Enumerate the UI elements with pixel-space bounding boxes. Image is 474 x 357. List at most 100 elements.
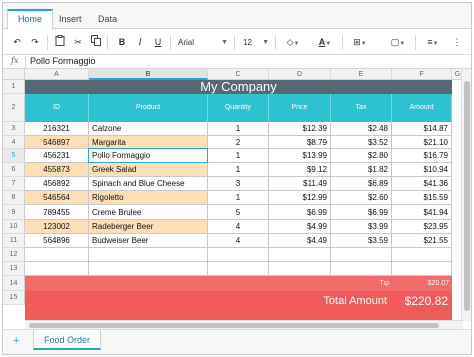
row-header[interactable]: 10	[3, 220, 25, 234]
empty-cell[interactable]	[331, 248, 392, 262]
row-header[interactable]: 12	[3, 248, 25, 262]
table-cell-qty[interactable]: 1	[208, 191, 269, 205]
empty-cell[interactable]	[89, 248, 208, 262]
empty-cell[interactable]	[392, 248, 452, 262]
table-cell-tax[interactable]: $2.80	[331, 149, 392, 163]
table-cell-tax[interactable]: $3.52	[331, 136, 392, 149]
table-cell-product[interactable]: Budweiser Beer	[89, 234, 208, 248]
table-cell-price[interactable]: $9.12	[269, 163, 331, 177]
table-cell-product[interactable]: Margarita	[89, 136, 208, 149]
table-cell-price[interactable]: $8.79	[269, 136, 331, 149]
column-header[interactable]: A	[25, 69, 89, 80]
table-cell-qty[interactable]: 5	[208, 205, 269, 220]
empty-cell[interactable]	[89, 262, 208, 276]
empty-cell[interactable]	[269, 248, 331, 262]
table-cell-tax[interactable]: $1.82	[331, 163, 392, 177]
table-cell-amount[interactable]: $23.95	[392, 220, 452, 234]
sheet-title[interactable]: My Company	[25, 80, 452, 94]
font-family-select[interactable]: Arial ▼	[176, 35, 228, 50]
row-header[interactable]: 5	[3, 149, 25, 163]
cut-icon[interactable]: ✂	[72, 35, 84, 50]
table-cell-amount[interactable]: $41.94	[392, 205, 452, 220]
table-cell-id[interactable]: 216321	[25, 122, 89, 136]
row-header[interactable]: 1	[3, 80, 25, 94]
table-cell-id[interactable]: 564896	[25, 234, 89, 248]
empty-cell[interactable]	[25, 248, 89, 262]
table-cell-qty[interactable]: 2	[208, 136, 269, 149]
table-cell-price[interactable]: $12.39	[269, 122, 331, 136]
table-header-cell[interactable]: Tax	[331, 94, 392, 122]
empty-cell[interactable]	[269, 262, 331, 276]
table-cell-id[interactable]: 546564	[25, 191, 89, 205]
table-header-cell[interactable]: Price	[269, 94, 331, 122]
table-cell-amount[interactable]: $41.36	[392, 177, 452, 191]
row-header[interactable]: 11	[3, 234, 25, 248]
paste-icon[interactable]	[54, 35, 66, 50]
table-cell-id[interactable]: 546897	[25, 136, 89, 149]
row-header[interactable]: 3	[3, 122, 25, 136]
redo-icon[interactable]: ↷	[29, 35, 41, 50]
table-cell-qty[interactable]: 1	[208, 163, 269, 177]
row-header[interactable]: 13	[3, 262, 25, 276]
select-all-corner[interactable]	[3, 69, 25, 80]
vertical-scrollbar[interactable]	[461, 69, 471, 321]
row-header[interactable]: 15	[3, 291, 25, 305]
empty-cell[interactable]	[208, 262, 269, 276]
font-color-button[interactable]: A▼	[314, 35, 336, 50]
table-header-cell[interactable]: Quantity	[208, 94, 269, 122]
empty-cell[interactable]	[208, 248, 269, 262]
table-header-cell[interactable]: Amount	[392, 94, 452, 122]
empty-cell[interactable]	[25, 262, 89, 276]
row-header[interactable]: 7	[3, 177, 25, 191]
fill-color-button[interactable]: ◇▼	[282, 35, 304, 50]
table-cell-tax[interactable]: $2.60	[331, 191, 392, 205]
column-header[interactable]: E	[331, 69, 392, 80]
total-row[interactable]	[25, 291, 452, 320]
row-header[interactable]: 8	[3, 191, 25, 205]
borders-button[interactable]: ⊞▼	[349, 35, 371, 50]
table-cell-price[interactable]: $4.99	[269, 220, 331, 234]
tip-value[interactable]: $20.07	[392, 276, 449, 291]
row-header[interactable]: 6	[3, 163, 25, 177]
table-cell-tax[interactable]: $6.89	[331, 177, 392, 191]
table-cell-price[interactable]: $6.99	[269, 205, 331, 220]
table-cell-amount[interactable]: $21.10	[392, 136, 452, 149]
table-cell-id[interactable]: 456892	[25, 177, 89, 191]
table-cell-tax[interactable]: $6.99	[331, 205, 392, 220]
row-header[interactable]: 9	[3, 205, 25, 220]
underline-button[interactable]: U	[152, 35, 164, 50]
column-header[interactable]: F	[392, 69, 452, 80]
table-cell-product[interactable]: Creme Brulee	[89, 205, 208, 220]
spreadsheet-grid[interactable]: A B C D E F G 1 2 3 4 5 6 7 8 9 10 11 12 13 14 15 My Company ID…	[3, 69, 471, 320]
tab-data[interactable]: Data	[88, 9, 127, 29]
table-cell-amount[interactable]: $10.94	[392, 163, 452, 177]
table-cell-price[interactable]: $4.49	[269, 234, 331, 248]
sheet-tab-food-order[interactable]: Food Order	[33, 330, 102, 350]
align-button[interactable]: ≡▼	[422, 35, 444, 50]
table-cell-product[interactable]: Pollo Formaggio	[89, 149, 208, 163]
table-cell-product[interactable]: Radeberger Beer	[89, 220, 208, 234]
vertical-scroll-thumb[interactable]	[464, 81, 470, 311]
row-header[interactable]: 14	[3, 276, 25, 291]
tab-insert[interactable]: Insert	[49, 9, 92, 29]
empty-cell[interactable]	[392, 262, 452, 276]
table-cell-product[interactable]: Spinach and Blue Cheese	[89, 177, 208, 191]
empty-cell[interactable]	[331, 262, 392, 276]
table-cell-qty[interactable]: 3	[208, 177, 269, 191]
table-cell-product[interactable]: Greek Salad	[89, 163, 208, 177]
table-cell-amount[interactable]: $16.79	[392, 149, 452, 163]
row-header[interactable]: 2	[3, 94, 25, 122]
column-header[interactable]: B	[89, 69, 208, 80]
table-header-cell[interactable]: Product	[89, 94, 208, 122]
table-cell-qty[interactable]: 1	[208, 122, 269, 136]
table-cell-tax[interactable]: $3.59	[331, 234, 392, 248]
table-cell-id[interactable]: 455873	[25, 163, 89, 177]
more-icon[interactable]: ⋮	[452, 35, 462, 50]
table-cell-amount[interactable]: $15.59	[392, 191, 452, 205]
table-cell-tax[interactable]: $3.99	[331, 220, 392, 234]
table-cell-price[interactable]: $11.49	[269, 177, 331, 191]
font-size-select[interactable]: 12 ▼	[241, 35, 269, 50]
horizontal-scrollbar[interactable]	[25, 320, 463, 329]
table-cell-product[interactable]: Rigoletto	[89, 191, 208, 205]
table-cell-amount[interactable]: $21.55	[392, 234, 452, 248]
